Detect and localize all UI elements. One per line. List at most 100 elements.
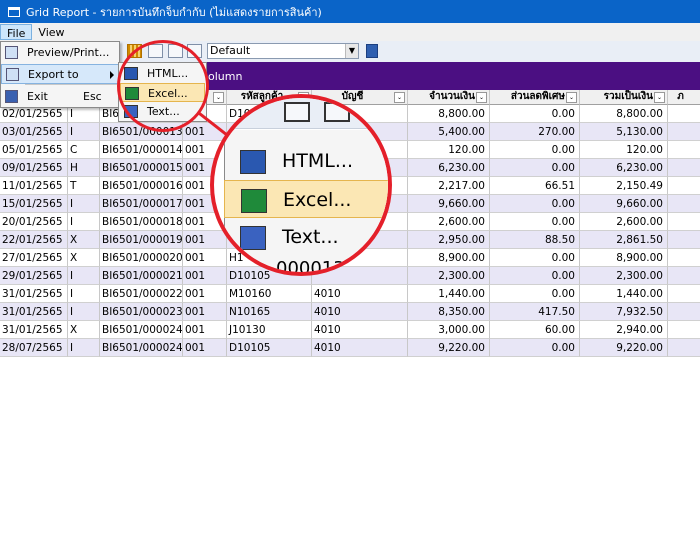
table-cell: 29/01/2565 xyxy=(0,267,68,285)
table-cell: 31/01/2565 xyxy=(0,321,68,339)
book-icon[interactable] xyxy=(366,44,378,58)
table-cell: 9,220.00 xyxy=(580,339,668,357)
table-cell xyxy=(668,213,700,231)
table-cell: 2,600.00 xyxy=(580,213,668,231)
table-cell: 001 xyxy=(183,321,227,339)
menu-item-exit-shortcut: Esc xyxy=(83,90,102,103)
column-filter-icon[interactable]: ⌄ xyxy=(654,92,665,103)
table-row[interactable]: 31/01/2565 I BI6501/000022 001 M10160 4010 1,4… xyxy=(0,285,700,303)
layout-select[interactable]: Default ▼ xyxy=(207,43,359,59)
table-cell: BI6501/000014 xyxy=(100,141,183,159)
table-cell xyxy=(668,285,700,303)
table-cell: 1,440.00 xyxy=(408,285,490,303)
table-cell: 5,130.00 xyxy=(580,123,668,141)
table-cell xyxy=(668,339,700,357)
column-header[interactable]: จำนวนเงิน ⌄ xyxy=(408,90,490,105)
table-cell: 0.00 xyxy=(490,267,580,285)
column-header[interactable]: ส่วนลดพิเศษ ⌄ xyxy=(490,90,580,105)
magnified-tree-icon xyxy=(324,102,350,122)
table-cell: 8,800.00 xyxy=(408,105,490,123)
table-cell: BI6501/0000246 xyxy=(100,339,183,357)
table-cell: 001 xyxy=(183,303,227,321)
menu-item-export-label: Export to xyxy=(28,68,79,81)
table-cell: 0.00 xyxy=(490,105,580,123)
table-cell: 5,400.00 xyxy=(408,123,490,141)
magnified-html-label: HTML... xyxy=(282,150,353,172)
table-cell: I xyxy=(68,339,100,357)
column-header[interactable]: ภ xyxy=(668,90,700,105)
table-row[interactable]: 31/01/2565 X BI6501/0000245 001 J10130 4010 3,… xyxy=(0,321,700,339)
table-cell: 03/01/2565 xyxy=(0,123,68,141)
table-cell: 7,932.50 xyxy=(580,303,668,321)
magnified-excel-icon xyxy=(241,189,267,213)
table-cell: 0.00 xyxy=(490,195,580,213)
menu-separator xyxy=(25,84,117,85)
table-cell: 8,900.00 xyxy=(408,249,490,267)
table-cell: 22/01/2565 xyxy=(0,231,68,249)
table-cell: 0.00 xyxy=(490,339,580,357)
table-cell: 4010 xyxy=(312,339,408,357)
magnified-text-label: Text... xyxy=(282,226,339,248)
column-header-label: ภ xyxy=(677,91,684,102)
table-cell: 88.50 xyxy=(490,231,580,249)
table-cell: H xyxy=(68,159,100,177)
magnified-text-item: Text... xyxy=(224,218,388,256)
table-cell: I xyxy=(68,123,100,141)
table-cell: 66.51 xyxy=(490,177,580,195)
magnified-html-icon xyxy=(240,150,266,174)
magnified-excel-label: Excel... xyxy=(283,189,352,211)
table-cell: 11/01/2565 xyxy=(0,177,68,195)
table-cell: 2,940.00 xyxy=(580,321,668,339)
menu-item-preview[interactable]: Preview/Print... xyxy=(1,43,119,63)
table-cell: 2,950.00 xyxy=(408,231,490,249)
table-row[interactable]: 31/01/2565 I BI6501/000023 001 N10165 4010 8,3… xyxy=(0,303,700,321)
table-cell: 0.00 xyxy=(490,213,580,231)
table-cell: BI6501/000023 xyxy=(100,303,183,321)
table-cell: J10130 xyxy=(227,321,312,339)
chevron-down-icon[interactable]: ▼ xyxy=(345,44,358,58)
menu-item-export[interactable]: Export to xyxy=(1,64,119,84)
table-cell: C xyxy=(68,141,100,159)
column-filter-icon[interactable]: ⌄ xyxy=(476,92,487,103)
column-filter-icon[interactable]: ⌄ xyxy=(566,92,577,103)
table-cell: 6,230.00 xyxy=(408,159,490,177)
table-cell: 2,217.00 xyxy=(408,177,490,195)
table-cell: 20/01/2565 xyxy=(0,213,68,231)
menu-item-exit[interactable]: Exit Esc xyxy=(1,87,119,107)
table-cell xyxy=(668,141,700,159)
table-cell: 2,150.49 xyxy=(580,177,668,195)
table-cell xyxy=(668,195,700,213)
table-cell: 417.50 xyxy=(490,303,580,321)
table-row[interactable]: 28/07/2565 I BI6501/0000246 001 D10105 4010 9,… xyxy=(0,339,700,357)
submenu-arrow-icon xyxy=(110,71,114,79)
table-cell: BI6501/000021 xyxy=(100,267,183,285)
table-cell: 27/01/2565 xyxy=(0,249,68,267)
table-cell: N10165 xyxy=(227,303,312,321)
column-header-label: รวมเป็นเงิน xyxy=(603,91,653,102)
table-cell: 4010 xyxy=(312,303,408,321)
table-cell: 2,300.00 xyxy=(580,267,668,285)
menu-item-exit-label: Exit xyxy=(27,90,48,103)
column-filter-icon[interactable]: ⌄ xyxy=(394,92,405,103)
menu-bar: File View xyxy=(0,23,700,42)
table-cell: 6,230.00 xyxy=(580,159,668,177)
grid-app-icon xyxy=(8,6,20,17)
table-cell: D10105 xyxy=(227,339,312,357)
table-cell: 8,800.00 xyxy=(580,105,668,123)
table-cell: 15/01/2565 xyxy=(0,195,68,213)
menu-view[interactable]: View xyxy=(32,24,70,40)
table-cell: 0.00 xyxy=(490,159,580,177)
column-header-label: ส่วนลดพิเศษ xyxy=(510,91,565,102)
group-by-text: olumn xyxy=(208,70,243,83)
table-cell: BI6501/000018 xyxy=(100,213,183,231)
magnified-grid-icon xyxy=(284,102,310,122)
menu-file[interactable]: File xyxy=(0,24,33,40)
column-header[interactable]: รวมเป็นเงิน ⌄ xyxy=(580,90,668,105)
magnifier-lens: HTML... Excel... Text... 000013 xyxy=(210,94,392,276)
table-cell: BI6501/000020 xyxy=(100,249,183,267)
table-cell xyxy=(668,321,700,339)
table-cell xyxy=(668,303,700,321)
table-cell: X xyxy=(68,231,100,249)
table-cell: 270.00 xyxy=(490,123,580,141)
table-cell: BI6501/000019 xyxy=(100,231,183,249)
